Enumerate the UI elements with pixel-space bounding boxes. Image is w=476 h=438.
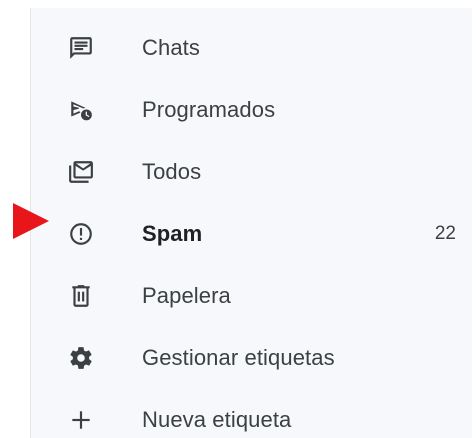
nav-item-label: Programados bbox=[142, 97, 276, 122]
nav-item-label: Todos bbox=[142, 159, 202, 184]
unread-count-badge: 22 bbox=[434, 223, 456, 244]
all-mail-icon bbox=[67, 158, 95, 186]
nav-item-label: Nueva etiqueta bbox=[142, 407, 292, 432]
nav-item-label: Gestionar etiquetas bbox=[142, 345, 335, 370]
trash-icon bbox=[67, 282, 95, 310]
nav-item-spam[interactable]: Spam 22 bbox=[31, 203, 472, 265]
nav-item-todos[interactable]: Todos bbox=[31, 141, 472, 203]
nav-item-label: Papelera bbox=[142, 283, 231, 308]
settings-gear-icon bbox=[67, 344, 95, 372]
nav-item-label: Spam bbox=[142, 221, 203, 246]
nav-item-programados[interactable]: Programados bbox=[31, 79, 472, 141]
navigation-panel: Chats Programados Todos Spam 22 Papelera… bbox=[30, 8, 472, 438]
nav-item-label: Chats bbox=[142, 35, 200, 60]
nav-item-papelera[interactable]: Papelera bbox=[31, 265, 472, 327]
nav-item-nueva-etiqueta[interactable]: Nueva etiqueta bbox=[31, 389, 472, 438]
page: Chats Programados Todos Spam 22 Papelera… bbox=[0, 0, 476, 438]
nav-item-gestionar-etiquetas[interactable]: Gestionar etiquetas bbox=[31, 327, 472, 389]
plus-icon bbox=[67, 406, 95, 434]
report-spam-icon bbox=[67, 220, 95, 248]
nav-item-chats[interactable]: Chats bbox=[31, 17, 472, 79]
scheduled-send-icon bbox=[67, 96, 95, 124]
red-triangle-pointer-icon bbox=[13, 203, 49, 239]
chat-icon bbox=[67, 34, 95, 62]
